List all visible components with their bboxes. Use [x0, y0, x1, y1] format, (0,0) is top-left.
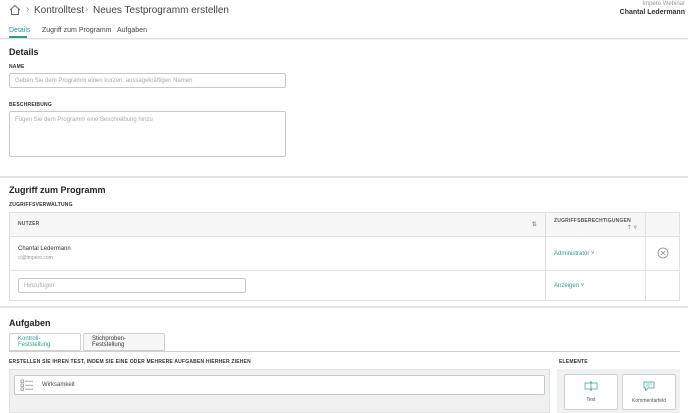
task-item-wirksamkeit[interactable]: Wirksamkeit: [14, 375, 545, 395]
add-user-row: Hinzufügen Anzeigen ˅: [9, 270, 680, 301]
access-subtitle: ZUGRIFFSVERWALTUNG: [9, 202, 73, 208]
chevron-down-icon: ˅: [580, 282, 585, 289]
page-title: Neues Testprogramm erstellen: [93, 5, 229, 16]
checklist-icon: [20, 379, 33, 391]
access-table: NUTZER ⇅ ZUGRIFFSBERECHTIGUNGEN ⇡ ▿ Chan…: [9, 212, 680, 301]
description-textarea[interactable]: Fügen Sie dem Programm eine Beschreibung…: [9, 111, 286, 157]
user-org: Impero Webinar: [642, 1, 685, 7]
tab-access[interactable]: Zugriff zum Programm: [42, 26, 112, 35]
task-instruction: ERSTELLEN SIE IHREN TEST, INDEM SIE EINE…: [9, 359, 251, 365]
add-user-cell: Hinzufügen: [9, 270, 546, 301]
chevron-right-icon: ›: [26, 4, 30, 15]
tab-details[interactable]: Details: [9, 26, 30, 35]
sort-icon[interactable]: ⇅: [532, 221, 537, 228]
element-comment[interactable]: Kommentarfeld: [622, 374, 676, 410]
top-bar: › Kontrolltest › Neues Testprogramm erst…: [0, 0, 688, 22]
column-header-permissions[interactable]: ZUGRIFFSBERECHTIGUNGEN ⇡ ▿: [545, 212, 646, 237]
tab-bar: Details Zugriff zum Programm Aufgaben: [0, 22, 688, 39]
tab-control-finding[interactable]: Kontroll-Feststellung: [9, 333, 81, 351]
access-heading: Zugriff zum Programm: [9, 185, 106, 195]
table-header-row: NUTZER ⇅ ZUGRIFFSBERECHTIGUNGEN ⇡ ▿: [9, 212, 680, 237]
add-user-input[interactable]: Hinzufügen: [18, 278, 246, 293]
add-permission-cell: Anzeigen ˅: [545, 270, 646, 301]
tab-divider: [9, 351, 680, 352]
permission-cell: Administrator ˅: [545, 236, 646, 271]
tasks-heading: Aufgaben: [9, 318, 51, 328]
name-input[interactable]: Geben Sie dem Programm einen kurzen, aus…: [9, 73, 286, 88]
tab-sample-finding[interactable]: Stichproben-Feststellung: [83, 333, 165, 351]
comment-icon: [643, 381, 655, 391]
home-icon[interactable]: [9, 4, 21, 16]
permission-dropdown[interactable]: Administrator ˅: [554, 251, 595, 257]
text-field-icon: [584, 381, 598, 391]
tab-tasks[interactable]: Aufgaben: [117, 26, 147, 35]
column-header-actions: [645, 212, 680, 237]
active-tab-indicator: [9, 36, 27, 38]
user-cell: Chantal Ledermann cl@impero.com: [9, 236, 546, 271]
breadcrumb-item-kontrolltest[interactable]: Kontrolltest: [34, 4, 84, 17]
table-row: Chantal Ledermann cl@impero.com Administ…: [9, 236, 680, 271]
element-text[interactable]: Text: [564, 374, 618, 410]
name-placeholder: Geben Sie dem Programm einen kurzen, aus…: [15, 77, 193, 84]
description-placeholder: Fügen Sie dem Programm eine Beschreibung…: [15, 117, 153, 123]
user-email-cell: cl@impero.com: [18, 255, 53, 261]
elements-label: ELEMENTE: [559, 359, 588, 365]
chevron-right-icon: ›: [85, 4, 89, 15]
column-header-user[interactable]: NUTZER ⇅: [9, 212, 546, 237]
user-name-cell: Chantal Ledermann: [18, 246, 71, 252]
task-item-label: Wirksamkeit: [42, 382, 75, 388]
user-name[interactable]: Chantal Ledermann: [620, 9, 685, 16]
add-permission-dropdown[interactable]: Anzeigen ˅: [554, 283, 584, 289]
chevron-down-icon: ˅: [591, 250, 595, 257]
filter-icon[interactable]: ⇡ ▿: [627, 224, 637, 231]
empty-cell: [645, 270, 680, 301]
remove-cell: [645, 236, 680, 271]
remove-circle-icon[interactable]: [657, 247, 669, 259]
details-heading: Details: [9, 47, 39, 57]
description-label: BESCHREIBUNG: [9, 102, 52, 108]
name-label: NAME: [9, 64, 25, 70]
